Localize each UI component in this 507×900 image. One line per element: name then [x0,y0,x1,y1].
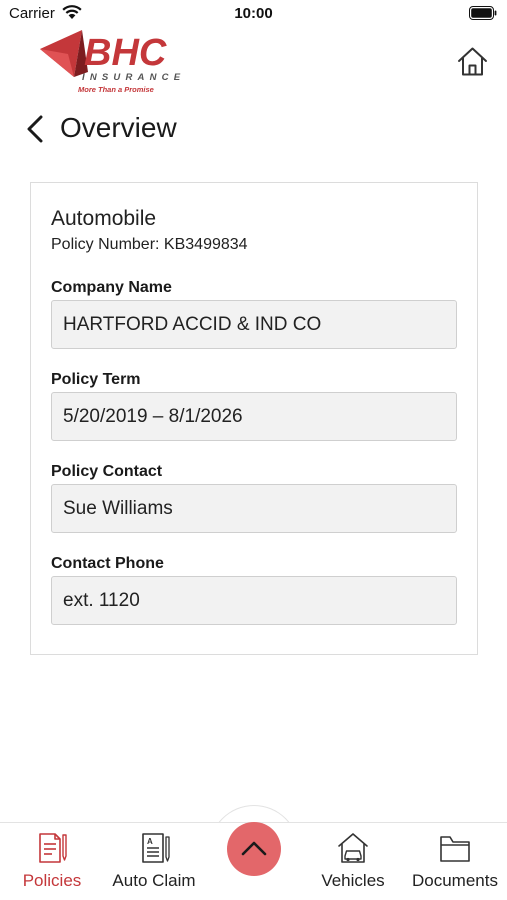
policy-term-field: 5/20/2019 – 8/1/2026 [51,392,457,441]
clock: 10:00 [234,5,273,22]
tab-auto-claim[interactable]: A Auto Claim [104,823,204,900]
policy-contact-label: Policy Contact [51,463,163,480]
status-bar: Carrier 10:00 [0,0,507,28]
policy-type: Automobile [51,207,157,230]
tab-documents-label: Documents [412,871,498,890]
logo-subtitle-text: INSURANCE [82,72,185,83]
auto-claim-icon: A [142,833,170,863]
tab-policies[interactable]: Policies [0,823,104,900]
tab-policies-label: Policies [22,871,82,890]
documents-icon [440,836,470,862]
page-title: Overview [60,112,177,143]
tab-auto-claim-label: Auto Claim [112,871,196,890]
battery-icon [469,6,497,20]
logo-brand-text: BHC [84,32,167,74]
policy-overview-screen: Carrier 10:00 BHC INSURANCE More Than a … [0,0,507,900]
logo-tagline-text: More Than a Promise [78,85,154,94]
svg-text:A: A [147,837,153,846]
tab-vehicles-label: Vehicles [321,871,385,890]
home-icon[interactable] [456,45,489,78]
bhc-insurance-logo: BHC INSURANCE More Than a Promise [40,30,185,94]
policies-icon [39,833,67,863]
company-name-label: Company Name [51,279,172,296]
tab-documents[interactable]: Documents [403,823,507,900]
policy-contact-field: Sue Williams [51,484,457,533]
policy-card: Automobile Policy Number: KB3499834 Comp… [30,182,478,655]
company-name-field: HARTFORD ACCID & IND CO [51,300,457,349]
chevron-up-icon [241,841,267,856]
policy-number: Policy Number: KB3499834 [51,236,248,253]
tab-vehicles[interactable]: Vehicles [306,823,400,900]
back-chevron-icon[interactable] [24,114,46,144]
contact-phone-field[interactable]: ext. 1120 [51,576,457,625]
policy-term-label: Policy Term [51,371,141,388]
expand-menu-button[interactable] [227,822,281,876]
vehicles-icon [338,833,368,863]
contact-phone-label: Contact Phone [51,555,164,572]
